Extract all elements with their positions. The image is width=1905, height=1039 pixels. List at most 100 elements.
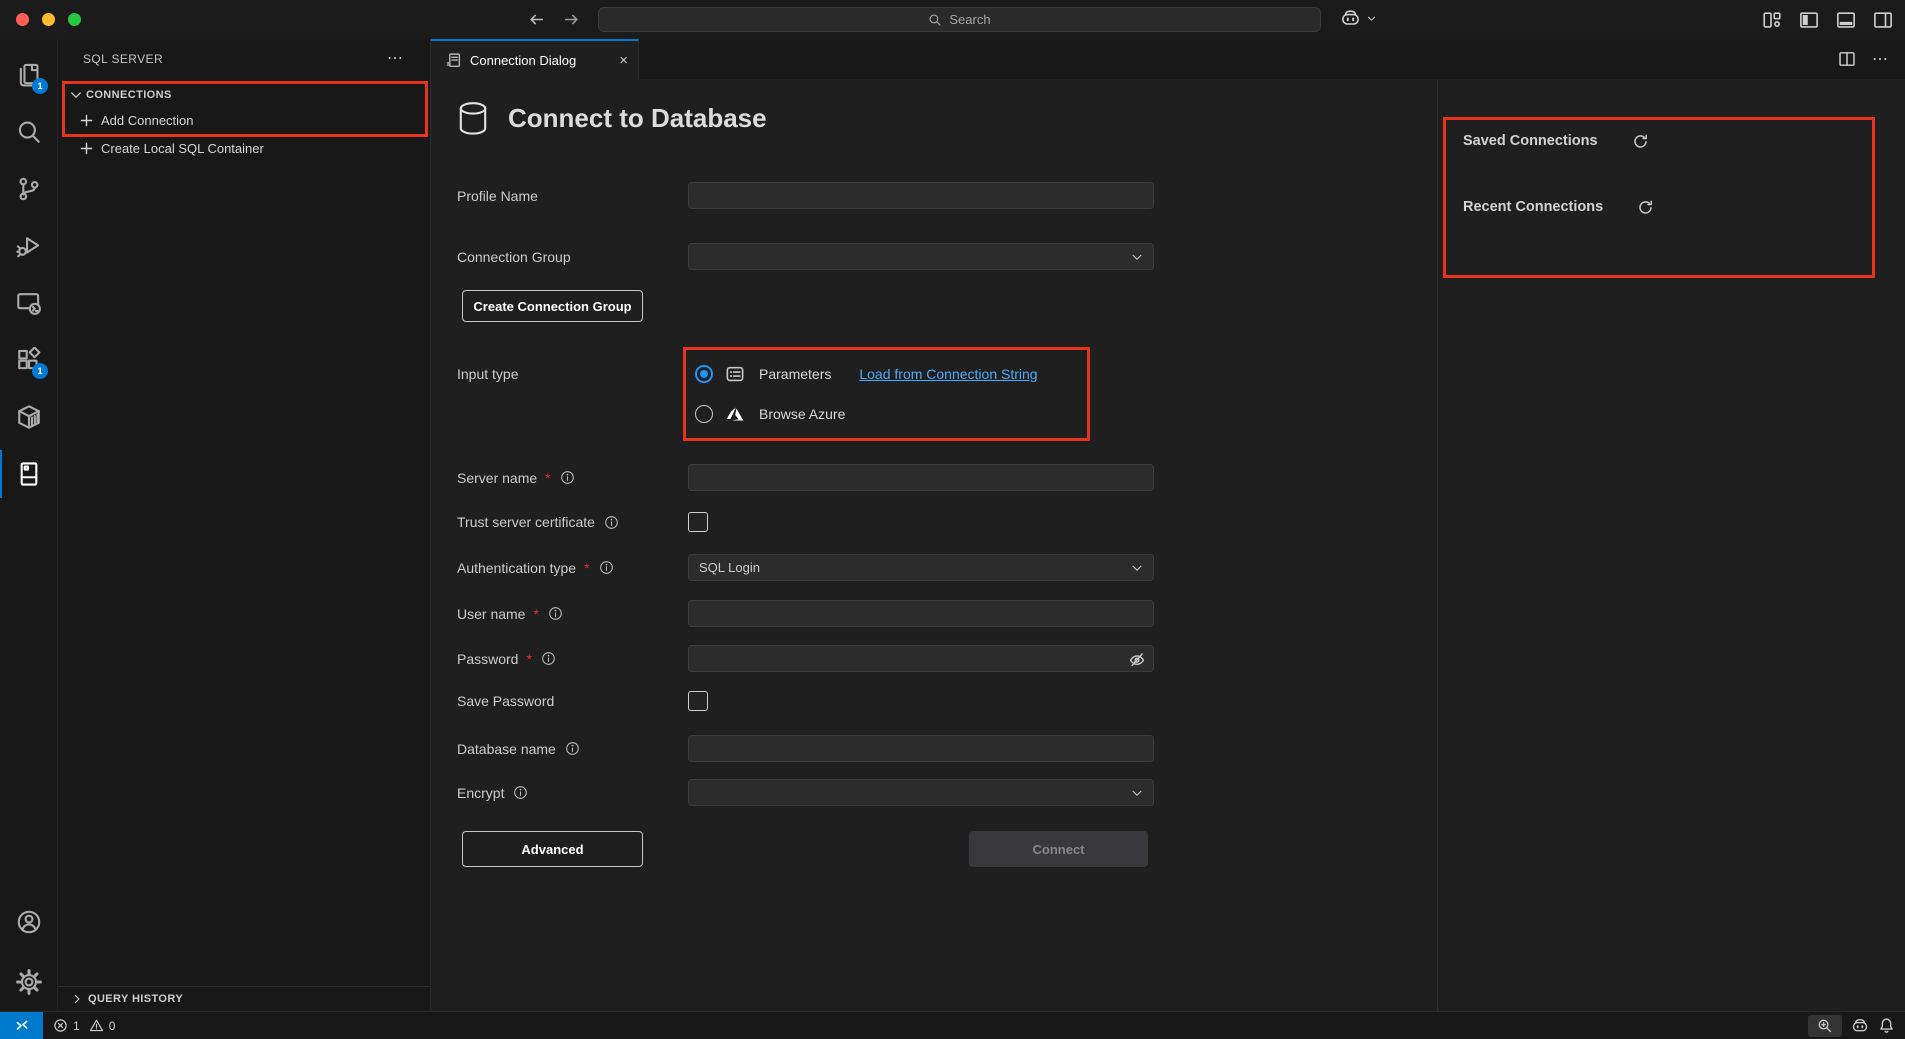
info-icon[interactable] (513, 785, 528, 800)
form-row-user-name: User name * (457, 600, 1437, 627)
accounts-icon[interactable] (15, 908, 43, 936)
notifications-bell-icon[interactable] (1878, 1017, 1895, 1034)
refresh-icon[interactable] (1637, 199, 1654, 216)
remote-indicator[interactable] (0, 1012, 43, 1039)
command-center-search[interactable]: Search (598, 7, 1321, 32)
database-name-input[interactable] (688, 735, 1154, 762)
toggle-sidebar-right-icon[interactable] (1873, 10, 1893, 30)
trust-certificate-checkbox[interactable] (688, 512, 708, 532)
copilot-menu[interactable] (1340, 8, 1377, 29)
toggle-password-visibility-icon[interactable] (1128, 650, 1146, 668)
maximize-window-button[interactable] (68, 13, 81, 26)
save-password-label: Save Password (457, 693, 554, 709)
zoom-status-icon[interactable] (1808, 1015, 1842, 1037)
warning-icon (89, 1018, 104, 1033)
sidebar-sql-server: SQL SERVER ⋯ CONNECTIONS Add Connection (58, 39, 431, 1011)
copilot-status-icon[interactable] (1851, 1017, 1869, 1035)
search-icon (928, 13, 942, 27)
problems-status[interactable]: 1 0 (53, 1018, 115, 1033)
info-icon[interactable] (604, 515, 619, 530)
search-label: Search (949, 12, 990, 27)
form-row-connection-group: Connection Group (457, 243, 1437, 270)
status-bar: 1 0 (0, 1011, 1905, 1039)
info-icon[interactable] (541, 651, 556, 666)
source-control-icon[interactable] (15, 175, 43, 203)
customize-layout-icon[interactable] (1762, 10, 1782, 30)
tab-connection-dialog[interactable]: Connection Dialog × (431, 39, 639, 79)
info-icon[interactable] (560, 470, 575, 485)
chevron-down-icon (68, 87, 84, 103)
connection-dialog-icon (445, 52, 462, 69)
form-row-save-password: Save Password (457, 691, 1437, 711)
run-debug-icon[interactable] (15, 232, 43, 260)
tab-close-icon[interactable]: × (619, 53, 628, 68)
connections-side-pane: Saved Connections Recent Connections (1438, 79, 1905, 1011)
add-connection-item[interactable]: Add Connection (58, 108, 430, 133)
sql-server-icon[interactable] (15, 460, 43, 488)
remote-explorer-icon[interactable] (15, 289, 43, 317)
server-name-input[interactable] (688, 464, 1154, 491)
parameters-icon (725, 364, 745, 384)
create-local-sql-container-item[interactable]: Create Local SQL Container (58, 136, 430, 161)
navigate-forward-icon[interactable] (563, 11, 580, 28)
active-view-indicator (0, 450, 2, 498)
advanced-button[interactable]: Advanced (462, 831, 643, 867)
form-row-profile-name: Profile Name (457, 182, 1437, 209)
parameters-radio[interactable] (695, 365, 713, 383)
user-name-input[interactable] (688, 600, 1154, 627)
sidebar-more-actions-icon[interactable]: ⋯ (387, 48, 404, 68)
settings-gear-icon[interactable] (15, 968, 43, 996)
traffic-lights (16, 13, 81, 26)
connect-button[interactable]: Connect (969, 831, 1148, 867)
database-icon (457, 101, 489, 136)
connection-group-label: Connection Group (457, 249, 571, 265)
split-editor-icon[interactable] (1838, 50, 1856, 68)
recent-connections-section: Recent Connections (1463, 197, 1654, 217)
activity-bar: 1 1 (0, 39, 58, 1011)
create-connection-group-button[interactable]: Create Connection Group (462, 290, 643, 322)
form-row-server-name: Server name * (457, 464, 1437, 491)
form-row-password: Password * (457, 645, 1437, 672)
info-icon[interactable] (548, 606, 563, 621)
close-window-button[interactable] (16, 13, 29, 26)
user-name-label: User name * (457, 606, 563, 622)
profile-name-input[interactable] (688, 182, 1154, 209)
connections-section-header[interactable]: CONNECTIONS (58, 83, 430, 107)
parameters-radio-row: Parameters Load from Connection String (695, 360, 1038, 388)
load-from-connection-string-link[interactable]: Load from Connection String (859, 366, 1037, 382)
form-row-encrypt: Encrypt (457, 779, 1437, 806)
refresh-icon[interactable] (1632, 133, 1649, 150)
connect-dialog-pane: Connect to Database Profile Name Connect… (431, 79, 1437, 1011)
minimize-window-button[interactable] (42, 13, 55, 26)
input-type-label: Input type (457, 366, 519, 382)
save-password-checkbox[interactable] (688, 691, 708, 711)
toggle-panel-bottom-icon[interactable] (1836, 10, 1856, 30)
browse-azure-radio[interactable] (695, 405, 713, 423)
containers-icon[interactable] (15, 403, 43, 431)
explorer-icon[interactable]: 1 (15, 61, 43, 89)
chevron-down-icon (1130, 561, 1144, 575)
query-history-section[interactable]: QUERY HISTORY (58, 986, 430, 1011)
server-name-label: Server name * (457, 470, 575, 486)
editor-more-actions-icon[interactable]: ⋯ (1872, 49, 1889, 69)
password-input[interactable] (688, 645, 1154, 672)
toggle-sidebar-left-icon[interactable] (1799, 10, 1819, 30)
connection-group-select[interactable] (688, 243, 1154, 270)
page-title: Connect to Database (508, 103, 767, 134)
info-icon[interactable] (599, 560, 614, 575)
chevron-down-icon (1130, 786, 1144, 800)
extensions-icon[interactable]: 1 (15, 346, 43, 374)
form-row-database-name: Database name (457, 735, 1437, 762)
encrypt-select[interactable] (688, 779, 1154, 806)
authentication-type-select[interactable]: SQL Login (688, 554, 1154, 581)
plus-icon (79, 141, 94, 156)
info-icon[interactable] (565, 741, 580, 756)
encrypt-label: Encrypt (457, 785, 528, 801)
error-icon (53, 1018, 68, 1033)
title-bar: Search (0, 0, 1905, 39)
navigate-back-icon[interactable] (528, 11, 545, 28)
parameters-label: Parameters (759, 366, 831, 382)
input-type-group: Parameters Load from Connection String B… (683, 347, 1090, 441)
search-view-icon[interactable] (15, 118, 43, 146)
saved-connections-section: Saved Connections (1463, 131, 1649, 151)
